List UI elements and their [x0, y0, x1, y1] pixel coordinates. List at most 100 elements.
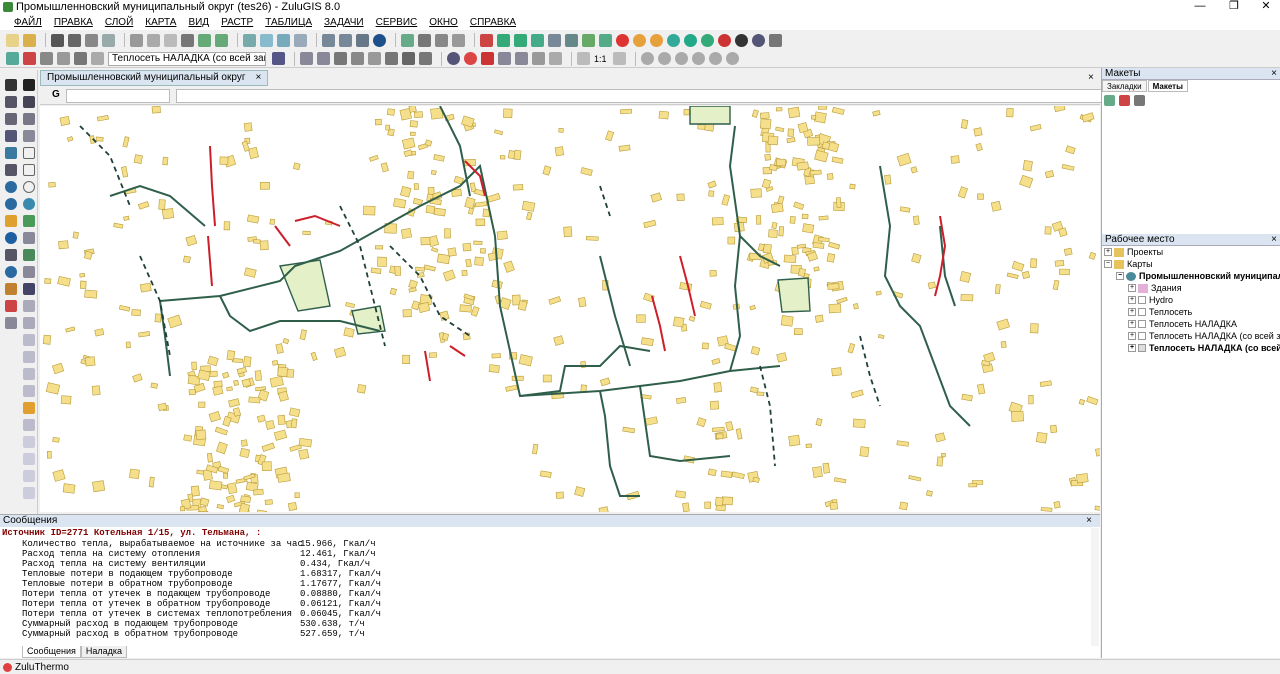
- layer-props-icon[interactable]: [40, 52, 53, 65]
- close-button[interactable]: ✕: [1246, 0, 1280, 14]
- view-5-icon[interactable]: [708, 52, 722, 65]
- move-icon[interactable]: [334, 52, 347, 65]
- g-input[interactable]: [176, 89, 1122, 103]
- view-4-icon[interactable]: [691, 52, 705, 65]
- scale-icon[interactable]: [577, 52, 590, 65]
- table-icon[interactable]: [277, 33, 290, 47]
- tab-bookmarks[interactable]: Закладки: [1102, 80, 1147, 92]
- layer-checkbox[interactable]: [1138, 332, 1146, 340]
- tree-layer-heatnet-adjust[interactable]: + Теплосеть НАЛАДКА: [1128, 318, 1237, 330]
- menu-table[interactable]: ТАБЛИЦА: [265, 17, 312, 28]
- layout-icon[interactable]: [23, 487, 35, 499]
- select-region-icon[interactable]: [5, 96, 17, 108]
- print-preview-icon[interactable]: [85, 33, 98, 47]
- erase-icon[interactable]: [5, 317, 17, 329]
- tab-messages[interactable]: Сообщения: [22, 646, 81, 658]
- measure-icon[interactable]: [498, 52, 511, 65]
- rotate-icon[interactable]: [351, 52, 364, 65]
- curve-icon[interactable]: [23, 130, 35, 142]
- thermo-network-icon[interactable]: [497, 33, 510, 47]
- arc-node-icon[interactable]: [23, 351, 35, 363]
- tree-layer-hydro[interactable]: + Hydro: [1128, 294, 1173, 306]
- layouts-panel-close-icon[interactable]: ×: [1271, 68, 1277, 80]
- polygon-icon[interactable]: [23, 164, 35, 176]
- map-window-close-icon[interactable]: ×: [1088, 72, 1094, 83]
- thermo-red-icon[interactable]: [718, 33, 731, 47]
- view-2-icon[interactable]: [657, 52, 671, 65]
- matrix-icon[interactable]: [23, 368, 35, 380]
- menu-map[interactable]: КАРТА: [145, 17, 176, 28]
- tree-expander[interactable]: +: [1104, 248, 1112, 256]
- g-combo[interactable]: [66, 89, 170, 103]
- properties-icon[interactable]: [339, 33, 352, 47]
- pan-hand-icon[interactable]: [5, 215, 17, 227]
- pointer-icon[interactable]: [5, 79, 17, 91]
- label-tool-icon[interactable]: [5, 283, 17, 295]
- layer-checkbox[interactable]: [1138, 308, 1146, 316]
- tab-adjustment[interactable]: Наладка: [80, 646, 128, 658]
- table-view-icon[interactable]: [5, 147, 17, 159]
- network-copy-icon[interactable]: [418, 33, 431, 47]
- layout-props-icon[interactable]: [1119, 95, 1130, 106]
- menu-service[interactable]: СЕРВИС: [376, 17, 418, 28]
- network-tool-icon[interactable]: [401, 33, 414, 47]
- split-icon[interactable]: [368, 52, 381, 65]
- info-icon[interactable]: [532, 52, 545, 65]
- tree-layer-heatnet[interactable]: + Теплосеть: [1128, 306, 1192, 318]
- line-tool-icon[interactable]: [23, 266, 35, 278]
- layer-edit-icon[interactable]: [57, 52, 70, 65]
- layer-remove-icon[interactable]: [23, 52, 36, 65]
- rectangle-icon[interactable]: [23, 147, 35, 159]
- select-arrow-icon[interactable]: [23, 79, 35, 91]
- layout-delete-icon[interactable]: [1134, 95, 1145, 106]
- snap-node-icon[interactable]: [317, 52, 330, 65]
- refresh-icon[interactable]: [23, 436, 35, 448]
- polyline-icon[interactable]: [5, 113, 17, 125]
- layer-list-icon[interactable]: [260, 33, 273, 47]
- cut-icon[interactable]: [130, 33, 143, 47]
- thermo-graph-icon[interactable]: [565, 33, 578, 47]
- view-3-icon[interactable]: [674, 52, 688, 65]
- network-draw-icon[interactable]: [23, 249, 35, 261]
- dash-icon[interactable]: [23, 317, 35, 329]
- measure-area-icon[interactable]: [515, 52, 528, 65]
- thermo-piezo-icon[interactable]: [548, 33, 561, 47]
- tree-maps[interactable]: − Карты: [1104, 258, 1153, 270]
- menu-raster[interactable]: РАСТР: [221, 17, 253, 28]
- menu-window[interactable]: ОКНО: [429, 17, 458, 28]
- menu-tasks[interactable]: ЗАДАЧИ: [324, 17, 364, 28]
- thermo-b-icon[interactable]: [650, 33, 663, 47]
- layers-icon[interactable]: [243, 33, 256, 47]
- tree-expander[interactable]: +: [1128, 284, 1136, 292]
- save-icon[interactable]: [51, 33, 64, 47]
- workspace-panel-close-icon[interactable]: ×: [1271, 234, 1277, 246]
- map-document-tab[interactable]: Промышленновский муниципальный округ ×: [40, 70, 269, 86]
- thermo-tool-icon[interactable]: [480, 33, 493, 47]
- layer-add-icon[interactable]: [6, 52, 19, 65]
- print-map-icon[interactable]: [356, 33, 369, 47]
- forward-icon[interactable]: [464, 52, 477, 65]
- select-layer-icon[interactable]: [5, 130, 17, 142]
- arc-icon[interactable]: [23, 232, 35, 244]
- merge-icon[interactable]: [385, 52, 398, 65]
- tree-expander[interactable]: +: [1128, 344, 1136, 352]
- pen-icon[interactable]: [272, 52, 285, 65]
- circle-icon[interactable]: [23, 181, 35, 193]
- open-icon[interactable]: [23, 33, 36, 47]
- edit-pencil-icon[interactable]: [322, 33, 335, 47]
- messages-body[interactable]: Источник ID=2771 Котельная 1/15, ул. Тел…: [0, 528, 1090, 646]
- link-icon[interactable]: [419, 52, 432, 65]
- undo-icon[interactable]: [198, 33, 211, 47]
- layer-select-icon[interactable]: [91, 52, 104, 65]
- expand-icon[interactable]: [23, 470, 35, 482]
- menu-edit[interactable]: ПРАВКА: [54, 17, 93, 28]
- thermo-calc-circle-icon[interactable]: [667, 33, 680, 47]
- spark-icon[interactable]: [23, 402, 35, 414]
- tree-expander[interactable]: +: [1128, 308, 1136, 316]
- star-icon[interactable]: [23, 300, 35, 312]
- thermo-adjust-icon[interactable]: [582, 33, 595, 47]
- network-report-icon[interactable]: [452, 33, 465, 47]
- circle-fill-icon[interactable]: [23, 198, 35, 210]
- page-setup-icon[interactable]: [102, 33, 115, 47]
- view-6-icon[interactable]: [725, 52, 739, 65]
